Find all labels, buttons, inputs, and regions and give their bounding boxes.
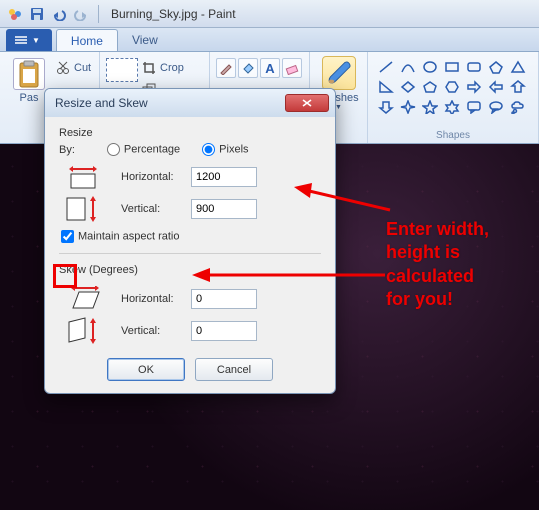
shape-diamond[interactable] xyxy=(398,78,418,96)
file-menu[interactable]: ▼ xyxy=(6,29,52,51)
dialog-title: Resize and Skew xyxy=(55,96,148,110)
text-tool[interactable]: A xyxy=(260,58,280,78)
select-icon[interactable] xyxy=(106,58,138,82)
tab-view[interactable]: View xyxy=(118,29,172,51)
shape-hexagon[interactable] xyxy=(442,78,462,96)
shape-triangle[interactable] xyxy=(508,58,528,76)
shape-arrow-left[interactable] xyxy=(486,78,506,96)
shape-arrow-right[interactable] xyxy=(464,78,484,96)
vertical-skew-icon xyxy=(63,318,103,344)
resize-section-label: Resize xyxy=(59,127,321,139)
ok-button[interactable]: OK xyxy=(107,358,185,381)
dialog-titlebar[interactable]: Resize and Skew xyxy=(45,89,335,117)
menu-lines-icon xyxy=(14,35,28,45)
tab-home[interactable]: Home xyxy=(56,29,118,51)
skew-horizontal-input[interactable] xyxy=(191,289,257,309)
shape-rect[interactable] xyxy=(442,58,462,76)
cancel-button[interactable]: Cancel xyxy=(195,358,273,381)
clipboard-icon xyxy=(13,58,45,90)
cut-label: Cut xyxy=(74,62,91,74)
shape-star4[interactable] xyxy=(398,98,418,116)
close-icon xyxy=(302,99,312,107)
window-titlebar: Burning_Sky.jpg - Paint xyxy=(0,0,539,28)
annotation-highlight-aspect xyxy=(53,264,77,288)
vertical-resize-icon xyxy=(63,196,103,222)
resize-skew-dialog: Resize and Skew Resize By: Percentage Pi… xyxy=(44,88,336,394)
shape-star6[interactable] xyxy=(442,98,462,116)
undo-icon[interactable] xyxy=(51,6,67,22)
divider xyxy=(59,253,321,254)
crop-button[interactable]: Crop xyxy=(142,58,184,78)
redo-icon[interactable] xyxy=(73,6,89,22)
skew-vertical-input[interactable] xyxy=(191,321,257,341)
shape-callout-oval[interactable] xyxy=(486,98,506,116)
app-icon xyxy=(7,6,23,22)
horizontal-resize-icon xyxy=(63,164,103,190)
shapes-group-label: Shapes xyxy=(368,130,538,141)
shape-arrow-down[interactable] xyxy=(376,98,396,116)
group-shapes: Shapes xyxy=(368,52,539,143)
crop-label: Crop xyxy=(160,62,184,74)
shape-arrow-up[interactable] xyxy=(508,78,528,96)
resize-vertical-input[interactable] xyxy=(191,199,257,219)
chevron-down-icon: ▼ xyxy=(32,36,40,45)
brushes-button[interactable] xyxy=(322,56,356,90)
skew-vertical-label: Vertical: xyxy=(121,325,191,337)
radio-percentage[interactable]: Percentage xyxy=(107,143,180,156)
cut-button[interactable]: Cut xyxy=(56,58,91,78)
document-title: Burning_Sky.jpg - Paint xyxy=(111,7,236,21)
save-icon[interactable] xyxy=(29,6,45,22)
fill-tool[interactable] xyxy=(238,58,258,78)
skew-horizontal-label: Horizontal: xyxy=(121,293,191,305)
eraser-tool[interactable] xyxy=(282,58,302,78)
scissors-icon xyxy=(56,61,70,75)
separator xyxy=(98,5,99,23)
annotation-text: Enter width, height is calculated for yo… xyxy=(386,218,489,312)
horizontal-skew-icon xyxy=(63,286,103,312)
maintain-aspect-checkbox[interactable]: Maintain aspect ratio xyxy=(61,230,180,243)
shape-pentagon[interactable] xyxy=(420,78,440,96)
shape-rounded-rect[interactable] xyxy=(464,58,484,76)
resize-horizontal-label: Horizontal: xyxy=(121,171,191,183)
shape-callout-rounded[interactable] xyxy=(464,98,484,116)
by-label: By: xyxy=(59,144,75,156)
shape-star5[interactable] xyxy=(420,98,440,116)
pencil-tool[interactable] xyxy=(216,58,236,78)
paste-label: Pas xyxy=(20,92,39,104)
chevron-down-icon[interactable]: ▼ xyxy=(335,104,342,111)
resize-horizontal-input[interactable] xyxy=(191,167,257,187)
shape-callout-cloud[interactable] xyxy=(508,98,528,116)
shape-curve[interactable] xyxy=(398,58,418,76)
radio-pixels[interactable]: Pixels xyxy=(202,143,248,156)
shape-right-triangle[interactable] xyxy=(376,78,396,96)
brush-icon xyxy=(324,58,354,88)
skew-section-label: Skew (Degrees) xyxy=(59,264,321,276)
resize-vertical-label: Vertical: xyxy=(121,203,191,215)
close-button[interactable] xyxy=(285,94,329,112)
ribbon-tabs: ▼ Home View xyxy=(0,28,539,52)
shape-line[interactable] xyxy=(376,58,396,76)
shape-oval[interactable] xyxy=(420,58,440,76)
shape-polygon[interactable] xyxy=(486,58,506,76)
crop-icon xyxy=(142,61,156,75)
